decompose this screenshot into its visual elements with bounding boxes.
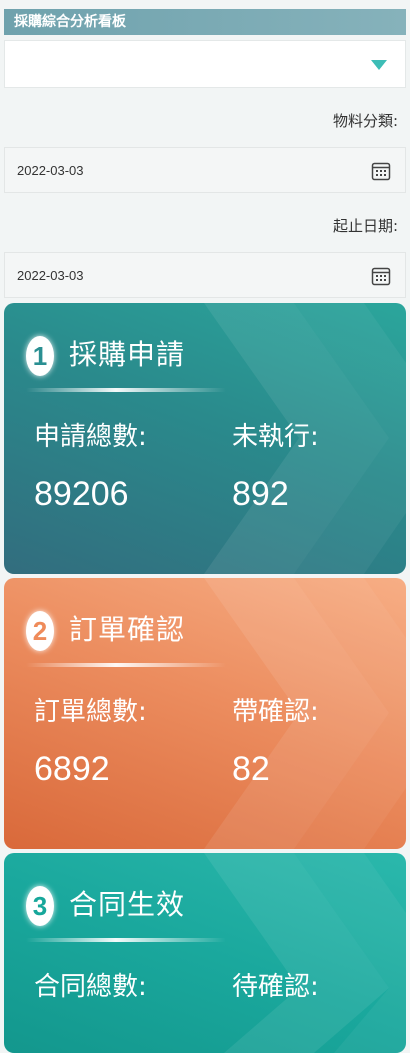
calendar-icon[interactable] (371, 161, 391, 181)
calendar-icon[interactable] (371, 266, 391, 286)
category-select[interactable] (4, 40, 406, 88)
card-title: 訂單確認 (69, 613, 186, 646)
glow-divider (26, 938, 226, 942)
glow-divider (26, 663, 226, 667)
date-range-label: 起止日期: (332, 217, 398, 235)
date-end-field[interactable]: 2022-03-03 (4, 252, 406, 298)
total-contracts-label: 合同總數: (34, 972, 147, 1002)
date-start-value: 2022-03-03 (17, 163, 84, 178)
total-orders-label: 訂單總數: (34, 697, 147, 727)
page-title: 採購綜合分析看板 (4, 9, 406, 35)
card-number-badge: 3 (26, 886, 54, 926)
card-title: 合同生效 (69, 888, 186, 921)
order-confirm-card[interactable]: 2 訂單確認 訂單總數: 帶確認: 6892 82 (4, 578, 406, 849)
card-number-badge: 1 (26, 336, 54, 376)
total-requests-label: 申請總數: (34, 422, 147, 452)
date-start-field[interactable]: 2022-03-03 (4, 147, 406, 193)
unexecuted-value: 892 (232, 475, 289, 513)
chevron-down-icon[interactable] (371, 60, 387, 70)
purchase-request-card[interactable]: 1 採購申請 申請總數: 未執行: 89206 892 (4, 303, 406, 574)
card-title: 採購申請 (69, 338, 186, 371)
glow-divider (26, 388, 226, 392)
to-confirm-label: 待確認: (232, 972, 319, 1002)
pending-confirm-value: 82 (232, 750, 270, 788)
pending-confirm-label: 帶確認: (232, 697, 319, 727)
total-orders-value: 6892 (34, 750, 110, 788)
contract-effective-card[interactable]: 3 合同生效 合同總數: 待確認: (4, 853, 406, 1053)
category-label: 物料分類: (332, 112, 398, 130)
chevron-decoration (204, 853, 406, 1053)
total-requests-value: 89206 (34, 475, 129, 513)
date-end-value: 2022-03-03 (17, 268, 84, 283)
card-number-badge: 2 (26, 611, 54, 651)
unexecuted-label: 未執行: (232, 422, 319, 452)
